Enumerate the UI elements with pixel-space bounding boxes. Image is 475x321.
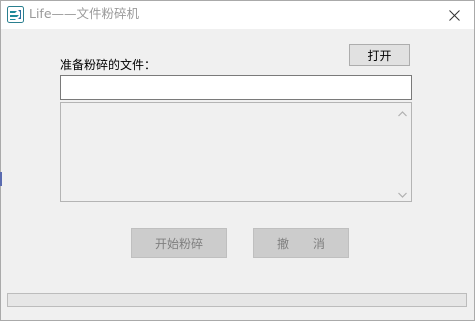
title-bar[interactable]: Life——文件粉碎机 [1, 1, 474, 29]
file-label: 准备粉碎的文件： [60, 58, 157, 72]
vertical-scrollbar[interactable] [394, 103, 411, 201]
file-path-input[interactable] [60, 75, 412, 100]
close-button[interactable] [434, 1, 474, 29]
close-icon [448, 6, 460, 25]
background-window-edge [0, 172, 2, 186]
scroll-down-button[interactable] [394, 184, 411, 201]
file-list-box[interactable] [60, 102, 412, 202]
progress-bar [7, 293, 467, 307]
scroll-up-button[interactable] [394, 103, 411, 120]
open-button[interactable]: 打开 [349, 44, 410, 66]
start-shred-button[interactable]: 开始粉碎 [131, 228, 227, 258]
chevron-up-icon [398, 102, 407, 121]
window-title: Life——文件粉碎机 [29, 6, 140, 21]
cancel-button[interactable]: 撤 消 [253, 228, 349, 258]
app-window: Life——文件粉碎机 打开 准备粉碎的文件： 开始粉碎 撤 消 [0, 0, 475, 321]
shredder-app-icon [7, 6, 24, 23]
chevron-down-icon [398, 183, 407, 202]
